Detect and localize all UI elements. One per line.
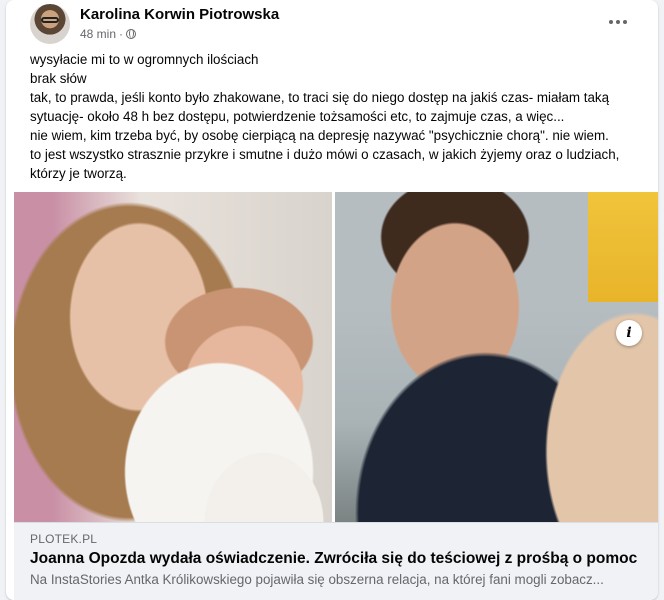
globe-icon[interactable]	[126, 29, 137, 39]
dot	[623, 20, 627, 24]
post-meta: 48 min ·	[80, 27, 137, 41]
dot	[616, 20, 620, 24]
info-icon[interactable]: i	[616, 320, 642, 346]
post-card: Karolina Korwin Piotrowska 48 min · wysy…	[6, 0, 658, 600]
link-source: PLOTEK.PL	[30, 532, 98, 546]
post-line: to jest wszystko strasznie przykre i smu…	[30, 147, 620, 181]
post-line: tak, to prawda, jeśli konto było zhakowa…	[30, 90, 610, 124]
more-options-icon[interactable]	[606, 10, 630, 34]
post-text: wysyłacie mi to w ogromnych ilościach br…	[30, 50, 630, 183]
author-name[interactable]: Karolina Korwin Piotrowska	[80, 6, 279, 23]
photo-woman-with-baby	[14, 192, 332, 522]
avatar[interactable]	[30, 4, 70, 44]
post-time[interactable]: 48 min	[80, 27, 116, 41]
post-header: Karolina Korwin Piotrowska 48 min ·	[30, 4, 648, 44]
link-preview-footer[interactable]: PLOTEK.PL Joanna Opozda wydała oświadcze…	[14, 522, 658, 600]
post-line: wysyłacie mi to w ogromnych ilościach	[30, 52, 259, 67]
link-description: Na InstaStories Antka Królikowskiego poj…	[30, 572, 604, 587]
post-line: brak słów	[30, 71, 87, 86]
link-image[interactable]	[14, 192, 658, 522]
meta-separator: ·	[119, 27, 124, 41]
avatar-glasses	[41, 17, 59, 23]
photo-man	[335, 192, 658, 522]
dot	[609, 20, 613, 24]
link-title[interactable]: Joanna Opozda wydała oświadczenie. Zwróc…	[30, 550, 637, 568]
post-line: nie wiem, kim trzeba być, by osobę cierp…	[30, 128, 609, 143]
